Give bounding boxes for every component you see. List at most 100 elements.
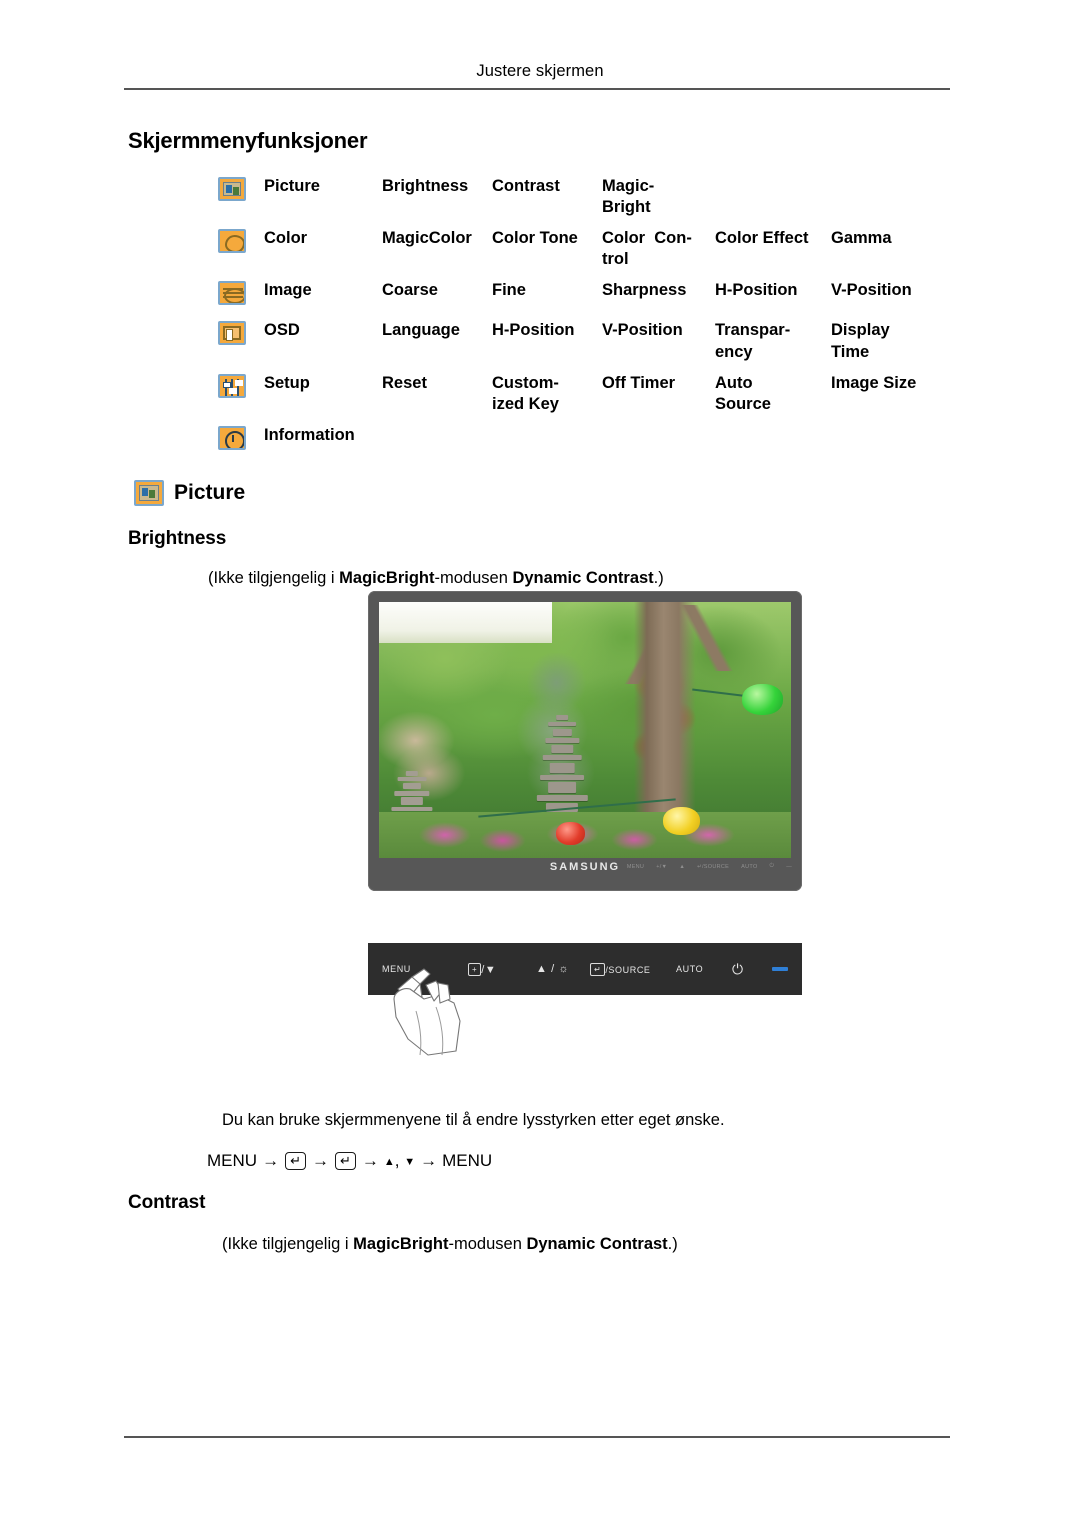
arrow-icon: → (311, 1151, 329, 1170)
menu-item: Display Time (831, 321, 890, 361)
red-lantern (556, 822, 585, 846)
menu-item: Auto Source (715, 373, 771, 413)
menu-item: V-Position (602, 321, 683, 340)
menu-item: Language (382, 321, 460, 340)
image-icon (218, 281, 246, 306)
down-button-label: +/▼ (468, 962, 497, 976)
source-button-label: ↵/SOURCE (590, 962, 651, 976)
seq-comma: , (394, 1151, 400, 1170)
brightness-availability-note: (Ikke tilgjengelig i MagicBright-modusen… (208, 568, 664, 589)
row-icon-cell (218, 228, 264, 258)
down-triangle-icon: ▼ (404, 1156, 416, 1168)
enter-key-icon: ↵ (590, 962, 606, 976)
note-text: -modusen (448, 1235, 527, 1253)
header-divider (124, 88, 950, 90)
menu-item: Image Size (831, 373, 917, 392)
source-label-text: /SOURCE (605, 964, 651, 975)
up-button-label: ▲ / ☼ (536, 963, 570, 975)
category-label: Image (264, 281, 312, 300)
seq-menu-start: MENU (207, 1151, 258, 1170)
bezel-key-label: AUTO (741, 863, 758, 870)
bezel-key-label: ↵/SOURCE (697, 863, 730, 870)
page-title: Skjermmenyfunksjoner (128, 128, 368, 153)
note-text: -modusen (434, 569, 513, 587)
bezel-key-label: MENU (626, 863, 645, 870)
garden-photo (379, 602, 791, 858)
menu-item: Color Tone (492, 229, 578, 248)
plus-key-icon: + (468, 962, 482, 976)
running-header: Justere skjermen (476, 62, 604, 80)
control-panel-illustration: MENU +/▼ ▲ / ☼ ↵/SOURCE AUTO ⏻ (368, 943, 802, 995)
auto-button-label: AUTO (676, 964, 704, 974)
menu-item: Contrast (492, 177, 560, 195)
picture-frame-icon (134, 480, 164, 506)
arrow-icon: → (420, 1151, 438, 1170)
menu-button-label: MENU (382, 964, 411, 974)
table-row: Picture Brightness Contrast Magic- Bright (218, 176, 948, 218)
note-bold-magicbright: MagicBright (353, 1235, 449, 1253)
information-clock-icon (218, 425, 246, 450)
note-bold-dynamic-contrast: Dynamic Contrast (512, 569, 654, 587)
enter-key-icon: ↵ (334, 1152, 356, 1170)
enter-key-icon: ↵ (285, 1152, 306, 1170)
flower-bed (379, 811, 791, 858)
sliders-icon (218, 373, 246, 398)
osd-panel-icon (218, 321, 246, 346)
down-label-text: /▼ (481, 963, 497, 976)
category-label: Picture (264, 177, 320, 195)
bezel-key-label: — (786, 863, 792, 870)
menu-item: MagicColor (382, 229, 472, 248)
menu-item: Reset (382, 373, 427, 392)
menu-item: Color Con-trol (602, 229, 692, 269)
category-label: OSD (264, 321, 300, 340)
contrast-heading: Contrast (128, 1192, 206, 1213)
menu-item: V-Position (831, 281, 912, 300)
menu-item: Brightness (382, 177, 469, 195)
color-palette-icon (218, 229, 246, 254)
note-text: (Ikke tilgjengelig i (222, 1235, 354, 1253)
note-text: .) (653, 569, 664, 587)
green-lantern (741, 683, 783, 715)
osd-function-table: Picture Brightness Contrast Magic- Bright… (218, 176, 948, 465)
menu-item: Gamma (831, 229, 892, 248)
menu-item: Off Timer (602, 373, 676, 392)
manual-page: Justere skjermen Skjermmenyfunksjoner Pi… (0, 0, 1080, 1527)
monitor-screen (379, 602, 791, 858)
menu-item: Sharpness (602, 281, 687, 300)
category-label: Information (264, 425, 355, 444)
category-label: Color (264, 229, 308, 248)
monitor-bezel-keys: MENU +/▼ ▲ ↵/SOURCE AUTO ⏻ — (627, 863, 792, 870)
row-icon-cell (218, 320, 264, 350)
monitor-illustration: SAMSUNG MENU +/▼ ▲ ↵/SOURCE AUTO ⏻ — (368, 591, 802, 891)
yellow-lantern (663, 806, 701, 835)
brightness-key-sequence: MENU → ↵ → ↵ → ▲, ▼ → MENU (207, 1150, 492, 1172)
note-bold-dynamic-contrast: Dynamic Contrast (526, 1235, 668, 1253)
power-indicator-led (772, 967, 788, 971)
footer-divider (124, 1436, 950, 1438)
category-label: Setup (264, 373, 310, 392)
menu-item: Transpar-ency (715, 321, 791, 361)
menu-item: Custom-ized Key (492, 373, 559, 413)
up-triangle-icon: ▲ (383, 1156, 395, 1168)
table-row: Information (218, 425, 948, 455)
bezel-key-label: ▲ (679, 863, 686, 870)
contrast-availability-note: (Ikke tilgjengelig i MagicBright-modusen… (222, 1234, 678, 1255)
seq-menu-end: MENU (442, 1151, 493, 1170)
picture-section-heading: Picture (134, 480, 245, 506)
row-icon-cell (218, 373, 264, 403)
bezel-key-label: +/▼ (656, 863, 668, 870)
table-row: OSD Language H-Position V-Position Trans… (218, 320, 948, 362)
picture-heading-label: Picture (174, 481, 246, 504)
brightness-heading: Brightness (128, 528, 227, 549)
arrow-icon: → (361, 1151, 379, 1170)
menu-item: Fine (492, 281, 526, 300)
picture-frame-icon (218, 177, 246, 201)
note-text: (Ikke tilgjengelig i (208, 569, 340, 587)
row-icon-cell (218, 176, 264, 206)
note-text: .) (667, 1235, 678, 1253)
bezel-key-label: ⏻ (769, 863, 775, 869)
table-row: Setup Reset Custom-ized Key Off Timer Au… (218, 373, 948, 415)
menu-item: Magic- Bright (602, 177, 655, 217)
table-row: Color MagicColor Color Tone Color Con-tr… (218, 228, 948, 270)
menu-item: Color Effect (715, 229, 809, 248)
